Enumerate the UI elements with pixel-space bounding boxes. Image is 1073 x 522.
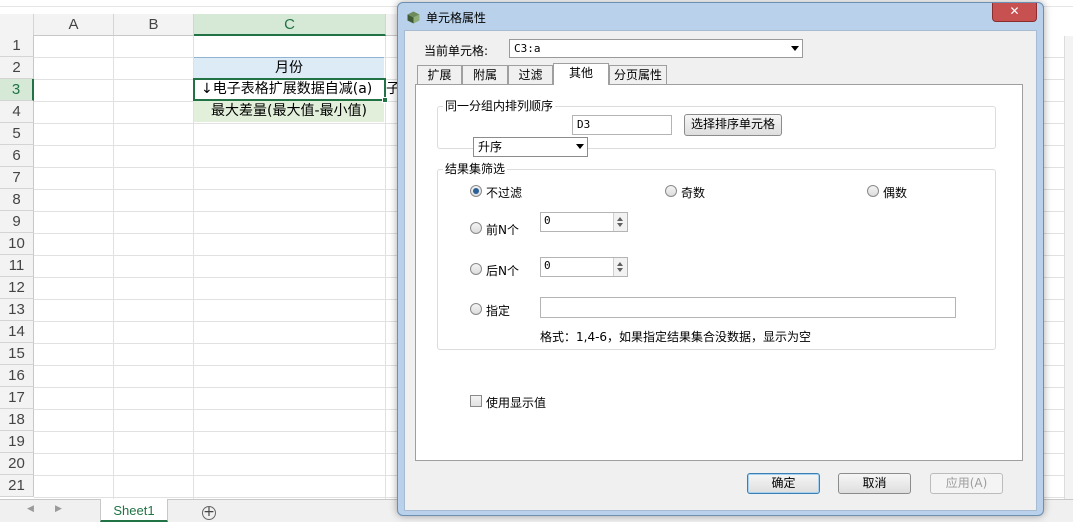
fill-handle[interactable] [382, 97, 388, 103]
tab-panel-other: 升序 同一分组内排列顺序 D3 选择排序单元格 结果集筛选 不过滤 奇数 偶数 … [415, 84, 1023, 461]
row-header-12[interactable]: 12 [0, 277, 34, 299]
row-header-4[interactable]: 4 [0, 101, 34, 123]
radio-no-filter-label: 不过滤 [486, 186, 523, 200]
row-header-11[interactable]: 11 [0, 255, 34, 277]
row-header-8[interactable]: 8 [0, 189, 34, 211]
row-header-17[interactable]: 17 [0, 387, 34, 409]
current-cell-select[interactable]: C3:a [509, 39, 803, 58]
cell-c4[interactable]: 最大差量(最大值-最小值) [194, 101, 384, 122]
sort-order-value: 升序 [478, 140, 503, 154]
current-cell-label: 当前单元格: [424, 44, 489, 58]
column-header-b[interactable]: B [114, 14, 194, 36]
row-header-9[interactable]: 9 [0, 211, 34, 233]
tab-page-properties[interactable]: 分页属性 [609, 65, 667, 84]
row-header-13[interactable]: 13 [0, 299, 34, 321]
stepper-up-icon[interactable] [617, 262, 623, 266]
sheet-tab-sheet1[interactable]: Sheet1 [100, 499, 168, 522]
row-header-14[interactable]: 14 [0, 321, 34, 343]
tab-extend[interactable]: 扩展 [417, 65, 462, 84]
row-header-6[interactable]: 6 [0, 145, 34, 167]
chevron-down-icon [791, 46, 799, 51]
cell-c2[interactable]: 月份 [194, 57, 384, 79]
app-cube-icon [407, 11, 420, 24]
dialog-title: 单元格属性 [426, 11, 487, 25]
grid-col-line [385, 36, 386, 499]
tab-other[interactable]: 其他 [553, 63, 609, 85]
grid-col-line [113, 36, 114, 499]
format-hint: 格式：1,4-6，如果指定结果集合没数据，显示为空 [540, 330, 812, 344]
use-display-value-checkbox[interactable] [470, 395, 482, 407]
ok-button[interactable]: 确定 [747, 473, 820, 494]
prev-sheet-icon[interactable]: ◀ [27, 504, 34, 514]
radio-first-n-label: 前N个 [486, 223, 519, 237]
row-header-18[interactable]: 18 [0, 409, 34, 431]
cell-properties-dialog: 单元格属性 ✕ 当前单元格: C3:a 扩展 附属 过滤 其他 分页属性 升序 … [397, 2, 1044, 516]
stepper-up-icon[interactable] [617, 217, 623, 221]
row-header-19[interactable]: 19 [0, 431, 34, 453]
sort-cell-input[interactable]: D3 [572, 115, 672, 135]
next-sheet-icon[interactable]: ▶ [55, 504, 62, 514]
current-cell-value: C3:a [514, 42, 541, 55]
plus-circle-icon[interactable]: + [202, 505, 216, 520]
stepper-buttons[interactable] [613, 213, 627, 231]
radio-odd[interactable] [665, 185, 677, 197]
dialog-titlebar[interactable]: 单元格属性 ✕ [398, 3, 1043, 29]
row-header-20[interactable]: 20 [0, 453, 34, 475]
stepper-buttons[interactable] [613, 258, 627, 276]
radio-no-filter[interactable] [470, 185, 482, 197]
first-n-stepper[interactable]: 0 [540, 212, 628, 232]
row-header-3[interactable]: 3 [0, 79, 34, 101]
radio-specify[interactable] [470, 303, 482, 315]
tab-attach[interactable]: 附属 [462, 65, 508, 84]
column-header-c[interactable]: C [194, 14, 386, 36]
tab-filter[interactable]: 过滤 [508, 65, 553, 84]
use-display-value-label: 使用显示值 [486, 396, 547, 410]
chevron-down-icon [576, 144, 584, 149]
sort-group-title: 同一分组内排列顺序 [443, 97, 556, 114]
radio-last-n-label: 后N个 [486, 264, 519, 278]
row-header-16[interactable]: 16 [0, 365, 34, 387]
column-header-a[interactable]: A [34, 14, 114, 36]
select-all-corner[interactable] [0, 14, 34, 36]
row-header-7[interactable]: 7 [0, 167, 34, 189]
cancel-button[interactable]: 取消 [838, 473, 911, 494]
sort-order-select[interactable]: 升序 [473, 137, 588, 157]
row-header-10[interactable]: 10 [0, 233, 34, 255]
row-header-21[interactable]: 21 [0, 475, 34, 497]
dialog-client-area: 当前单元格: C3:a 扩展 附属 过滤 其他 分页属性 升序 同一分组内排列顺… [404, 30, 1037, 511]
row-header-1[interactable]: 1 [0, 35, 34, 57]
filter-group-title: 结果集筛选 [443, 160, 508, 177]
radio-even[interactable] [867, 185, 879, 197]
last-n-value: 0 [544, 259, 551, 272]
radio-last-n[interactable] [470, 263, 482, 275]
row-header-2[interactable]: 2 [0, 57, 34, 79]
select-sort-cell-button[interactable]: 选择排序单元格 [684, 114, 782, 136]
apply-button[interactable]: 应用(A) [930, 473, 1003, 494]
radio-even-label: 偶数 [883, 186, 908, 200]
close-button[interactable]: ✕ [992, 3, 1037, 22]
radio-first-n[interactable] [470, 222, 482, 234]
stepper-down-icon[interactable] [617, 268, 623, 272]
radio-specify-label: 指定 [486, 304, 511, 318]
vertical-scrollbar[interactable] [1064, 36, 1073, 499]
specify-input[interactable] [540, 297, 956, 318]
last-n-stepper[interactable]: 0 [540, 257, 628, 277]
row-header-5[interactable]: 5 [0, 123, 34, 145]
stepper-down-icon[interactable] [617, 223, 623, 227]
row-header-15[interactable]: 15 [0, 343, 34, 365]
cell-c3-active[interactable]: ↓电子表格扩展数据自减(a) [193, 78, 386, 101]
first-n-value: 0 [544, 214, 551, 227]
radio-odd-label: 奇数 [681, 186, 706, 200]
